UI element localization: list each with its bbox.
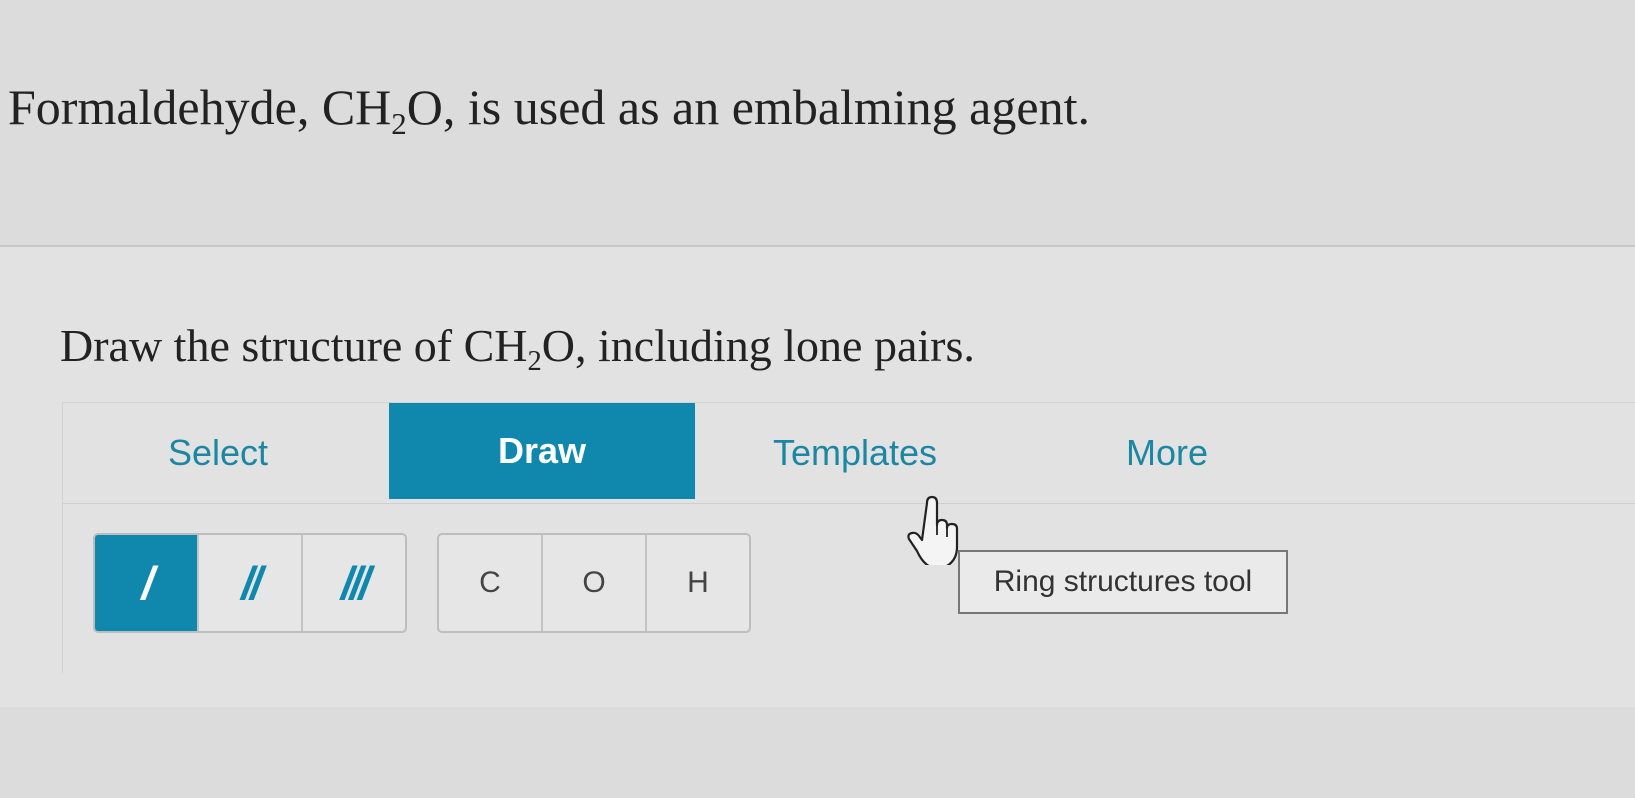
single-bond-button[interactable]: / bbox=[95, 535, 199, 631]
question-text-post: O, including lone pairs. bbox=[541, 320, 975, 371]
intro-text: Formaldehyde, CH2O, is used as an embalm… bbox=[8, 78, 1090, 139]
question-text: Draw the structure of CH2O, including lo… bbox=[60, 319, 975, 376]
intro-subscript: 2 bbox=[391, 105, 407, 141]
tab-templates[interactable]: Templates bbox=[695, 403, 1015, 503]
intro-text-post: O, is used as an embalming agent. bbox=[406, 79, 1090, 135]
question-text-pre: Draw the structure of CH bbox=[60, 320, 528, 371]
drawing-toolbar: Select Draw Templates More / // /// C O … bbox=[62, 402, 1635, 673]
question-subscript: 2 bbox=[527, 346, 542, 378]
double-bond-icon: // bbox=[241, 557, 262, 609]
toolbar-tabs: Select Draw Templates More bbox=[63, 403, 1635, 504]
question-panel: Draw the structure of CH2O, including lo… bbox=[0, 245, 1635, 707]
tab-draw[interactable]: Draw bbox=[389, 403, 695, 499]
bond-tool-group: / // /// bbox=[93, 533, 407, 633]
atom-carbon-button[interactable]: C bbox=[439, 535, 543, 631]
tab-more[interactable]: More bbox=[1015, 403, 1319, 503]
atom-tool-group: C O H bbox=[437, 533, 751, 633]
atom-oxygen-button[interactable]: O bbox=[543, 535, 647, 631]
tab-select[interactable]: Select bbox=[63, 403, 373, 503]
atom-hydrogen-button[interactable]: H bbox=[647, 535, 749, 631]
single-bond-icon: / bbox=[141, 557, 155, 609]
ring-structures-tooltip: Ring structures tool bbox=[958, 550, 1288, 614]
hand-pointer-icon bbox=[907, 495, 959, 565]
triple-bond-icon: /// bbox=[340, 557, 371, 609]
double-bond-button[interactable]: // bbox=[199, 535, 303, 631]
intro-text-pre: Formaldehyde, CH bbox=[8, 79, 392, 135]
triple-bond-button[interactable]: /// bbox=[303, 535, 405, 631]
